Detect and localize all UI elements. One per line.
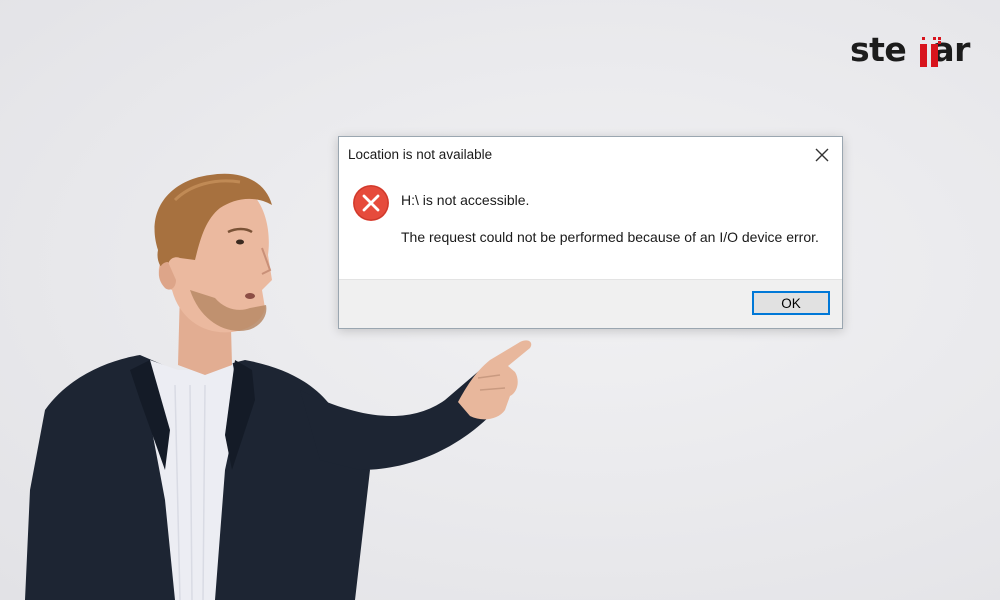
logo-wordmark: ste ar <box>850 26 970 74</box>
error-detail: The request could not be performed becau… <box>401 229 819 245</box>
dialog-title: Location is not available <box>348 147 493 162</box>
ok-button[interactable]: OK <box>752 291 830 315</box>
promo-banner: ste ar Location is not available H:\ is … <box>0 0 1000 600</box>
logo-text-start: ste <box>850 30 907 69</box>
error-message: H:\ is not accessible. <box>401 192 530 208</box>
logo-mark-icon <box>919 35 945 67</box>
dialog-footer: OK <box>339 279 842 328</box>
close-icon[interactable] <box>810 143 834 167</box>
error-dialog: Location is not available H:\ is not acc… <box>338 136 843 329</box>
stellar-logo: ste ar <box>850 26 980 74</box>
error-icon <box>353 185 389 221</box>
